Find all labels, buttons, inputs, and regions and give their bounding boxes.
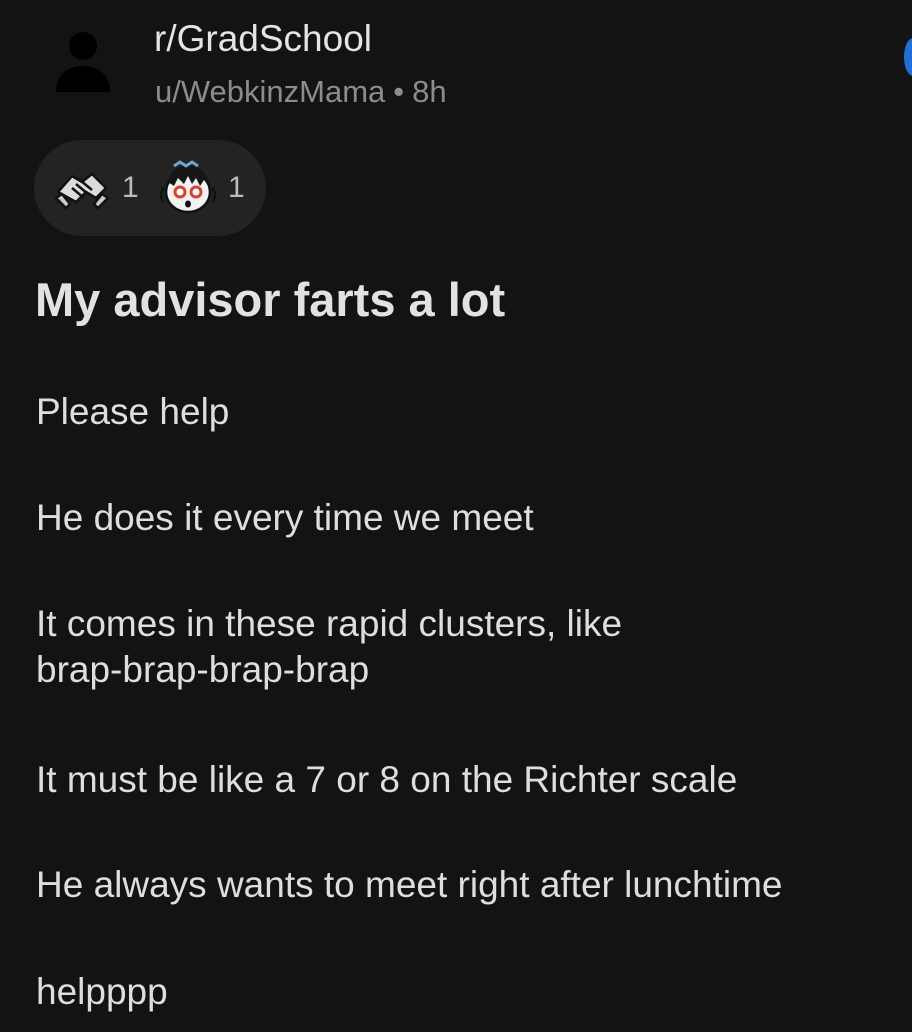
author-link[interactable]: u/WebkinzMama — [155, 74, 385, 109]
post-body-paragraph: It must be like a 7 or 8 on the Richter … — [36, 759, 738, 800]
award-count: 1 — [122, 171, 139, 204]
post-body-paragraph: It comes in these rapid clusters, like b… — [36, 603, 623, 690]
meta-separator: • — [393, 74, 405, 109]
awards-pill[interactable]: 1 1 — [34, 140, 266, 236]
post-body-paragraph: helpppp — [36, 971, 168, 1012]
post-header: r/GradSchool u/WebkinzMama • 8h — [0, 0, 912, 130]
award-item[interactable]: 1 — [158, 158, 245, 218]
post-age: 8h — [412, 74, 447, 109]
subreddit-link[interactable]: r/GradSchool — [154, 18, 372, 60]
post-body-paragraph: He always wants to meet right after lunc… — [36, 864, 783, 905]
user-avatar-icon — [56, 32, 110, 92]
post-body-paragraph: Please help — [36, 391, 230, 432]
award-count: 1 — [228, 171, 245, 204]
shocked-face-award-icon — [159, 160, 217, 214]
post-body-paragraph: He does it every time we meet — [36, 497, 534, 538]
handshake-award-icon — [54, 172, 110, 210]
award-item[interactable]: 1 — [52, 158, 139, 218]
avatar[interactable] — [54, 30, 112, 96]
post-title[interactable]: My advisor farts a lot — [35, 272, 505, 327]
post-meta: u/WebkinzMama • 8h — [155, 74, 447, 110]
edge-action-indicator[interactable] — [904, 38, 912, 76]
